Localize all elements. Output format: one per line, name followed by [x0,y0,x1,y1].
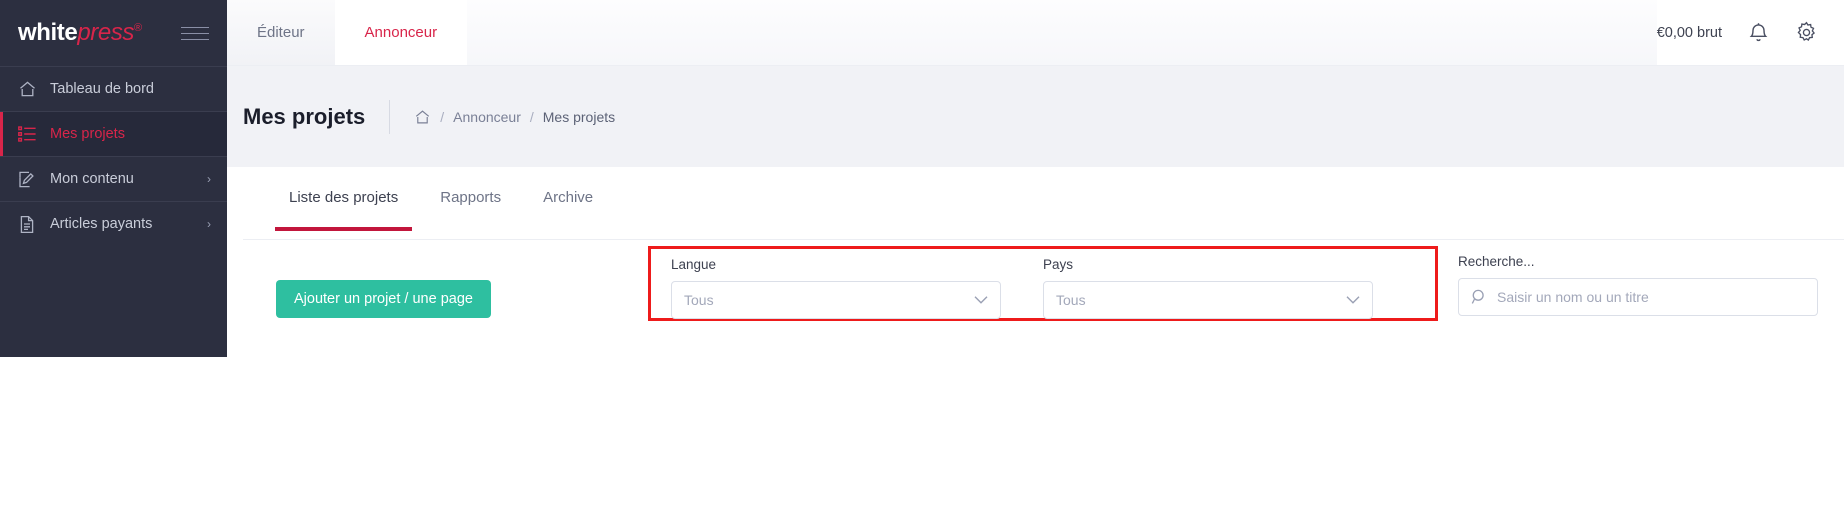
sidebar-item-label: Articles payants [50,216,153,232]
sidebar-item-label: Mon contenu [50,171,134,187]
sidebar-item-mes-projets[interactable]: Mes projets [0,111,227,156]
search-filter: Recherche... [1458,254,1818,316]
brand-header: whitepress® [0,0,227,66]
filter-highlight-box: Langue Tous Pays Tous [648,246,1438,321]
logo-text-primary: white [18,19,78,46]
top-tab-label: Éditeur [257,24,305,41]
language-select-value: Tous [684,292,714,308]
country-select[interactable]: Tous [1043,281,1373,319]
chevron-right-icon: › [207,172,211,186]
search-label: Recherche... [1458,254,1535,269]
document-icon [16,214,38,234]
chevron-down-icon [974,296,988,305]
country-filter-label: Pays [1043,257,1074,272]
edit-square-icon [16,169,38,189]
hamburger-icon[interactable] [181,26,209,40]
chevron-right-icon: › [207,217,211,231]
language-filter: Langue Tous [671,257,1001,319]
search-icon [1471,289,1488,306]
topbar-spacer [467,0,1657,65]
hamburger-line [181,26,209,28]
add-project-button[interactable]: Ajouter un projet / une page [276,280,491,318]
gear-icon[interactable] [1795,21,1818,44]
tab-label: Archive [543,189,594,206]
sidebar-item-articles-payants[interactable]: Articles payants › [0,201,227,246]
tab-rapports[interactable]: Rapports [426,189,515,231]
sidebar-item-label: Tableau de bord [50,81,154,97]
content-tabs: Liste des projets Rapports Archive [243,167,1844,240]
breadcrumb-item-mes-projets: Mes projets [542,108,616,125]
language-filter-label: Langue [671,257,717,272]
page-root: whitepress® Tableau de bord Mes projets … [0,0,1844,508]
sidebar-item-label: Mes projets [50,126,125,142]
topbar-actions: €0,00 brut [1656,0,1844,65]
hamburger-line [181,32,209,34]
country-select-value: Tous [1056,292,1086,308]
registered-mark: ® [134,22,142,34]
bell-icon[interactable] [1748,21,1769,44]
language-select[interactable]: Tous [671,281,1001,319]
top-tab-editeur[interactable]: Éditeur [227,0,335,65]
search-input[interactable] [1497,279,1817,315]
tab-label: Liste des projets [289,189,399,206]
chevron-down-icon [1346,296,1360,305]
page-header-band: Mes projets / Annonceur / Mes projets [227,66,1844,167]
top-tab-annonceur[interactable]: Annonceur [334,0,468,65]
top-tab-label: Annonceur [364,24,438,41]
sidebar-item-mon-contenu[interactable]: Mon contenu › [0,156,227,201]
breadcrumb-home-icon[interactable] [414,109,431,125]
breadcrumb-separator: / [529,108,534,125]
list-icon [16,124,38,144]
whitepress-logo[interactable]: whitepress® [18,21,142,45]
hamburger-line [181,38,209,40]
tab-archive[interactable]: Archive [529,189,607,231]
account-balance: €0,00 brut [1656,24,1722,41]
content-card: Liste des projets Rapports Archive Ajout… [243,167,1844,358]
logo-text-secondary: press [77,19,135,46]
breadcrumb-item-annonceur[interactable]: Annonceur [453,109,521,125]
tab-label: Rapports [440,189,502,206]
sidebar-item-tableau-de-bord[interactable]: Tableau de bord [0,66,227,111]
breadcrumb: / Annonceur / Mes projets [389,99,616,134]
page-title: Mes projets [243,103,366,129]
top-navigation-bar: Éditeur Annonceur €0,00 brut [227,0,1844,66]
filter-toolbar: Ajouter un projet / une page Langue Tous [243,240,1844,358]
country-filter: Pays Tous [1043,257,1373,319]
sidebar: whitepress® Tableau de bord Mes projets … [0,0,227,357]
tab-liste-des-projets[interactable]: Liste des projets [275,189,413,231]
breadcrumb-separator: / [440,108,445,125]
home-icon [16,79,38,99]
search-box[interactable] [1458,278,1818,316]
